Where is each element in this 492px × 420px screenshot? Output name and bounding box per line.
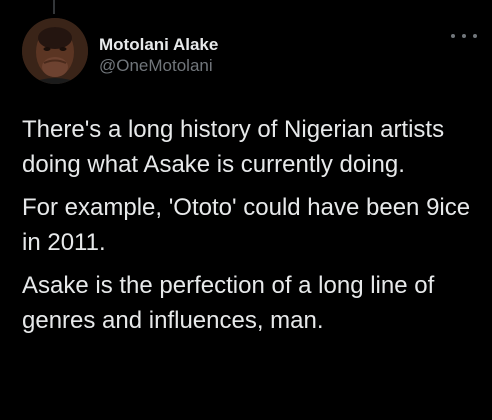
author-display-name[interactable]: Motolani Alake	[99, 34, 218, 55]
more-dot	[451, 34, 455, 38]
tweet-header: Motolani Alake @OneMotolani	[22, 18, 477, 90]
thread-connector-line	[53, 0, 55, 14]
tweet-text: There's a long history of Nigerian artis…	[22, 112, 477, 346]
tweet: Motolani Alake @OneMotolani There's a lo…	[0, 0, 492, 420]
tweet-paragraph: For example, 'Ototo' could have been 9ic…	[22, 194, 471, 256]
more-horizontal-icon[interactable]	[451, 28, 477, 44]
avatar[interactable]	[22, 18, 88, 84]
more-dot	[462, 34, 466, 38]
tweet-paragraph: Asake is the perfection of a long line o…	[22, 272, 435, 334]
author-names: Motolani Alake @OneMotolani	[99, 34, 218, 77]
more-dot	[473, 34, 477, 38]
author-handle[interactable]: @OneMotolani	[99, 55, 218, 77]
tweet-paragraph: There's a long history of Nigerian artis…	[22, 116, 445, 178]
